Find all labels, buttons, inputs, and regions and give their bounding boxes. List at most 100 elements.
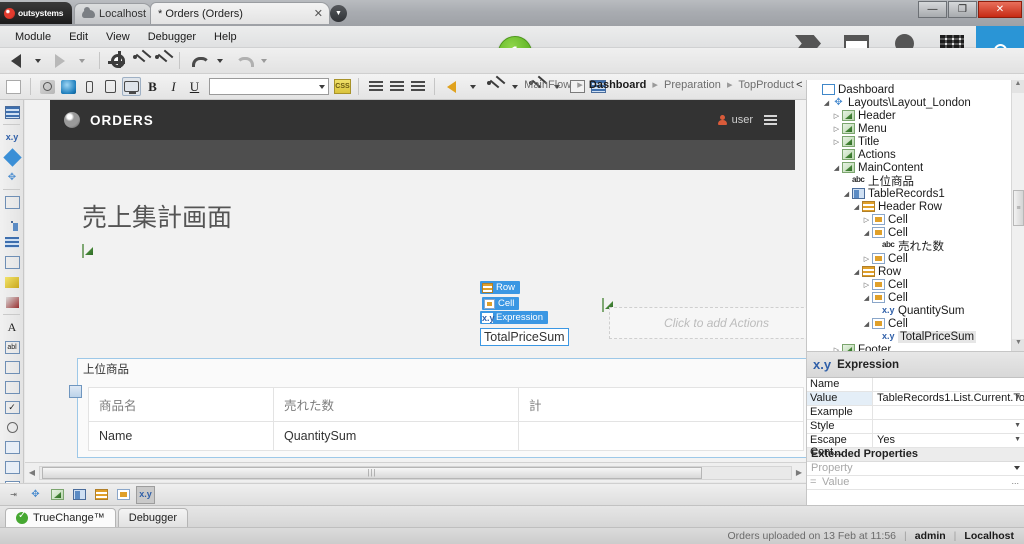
extended-value-row[interactable]: = Value ... [807,476,1024,490]
insert-back-dropdown[interactable] [463,77,482,96]
table-row[interactable]: Name QuantitySum [88,421,804,451]
settings-button[interactable] [107,50,127,70]
chevron-down-icon[interactable]: ▼ [1014,422,1021,429]
toolbox-radio[interactable] [0,417,24,437]
align-center-button[interactable] [387,77,406,96]
filter-webblock-button[interactable]: ✥ [26,486,45,504]
property-row[interactable]: Example [807,406,1024,420]
toolbox-if[interactable] [0,147,24,167]
toolbox-list[interactable] [0,232,24,252]
elements-tree-panel[interactable]: Dashboard ◢ ✥ Layouts\Layout_London ▷ Header ▷… [806,80,1024,352]
badge-expression[interactable]: x.y Expression [480,311,548,324]
collapse-icon[interactable]: ◢ [861,229,872,237]
property-row[interactable]: Style ▼ [807,420,1024,434]
chevron-down-icon[interactable] [319,84,325,89]
open-browser-button[interactable] [59,77,78,96]
bold-button[interactable]: B [143,77,162,96]
tree-node[interactable]: abc 上位商品 [811,174,1024,188]
tree-node[interactable]: abc 売れた数 [811,239,1024,253]
toolbox-checkbox[interactable]: ✓ [0,397,24,417]
menu-item-debugger[interactable]: Debugger [139,29,205,45]
toolbox-label[interactable]: A [0,317,24,337]
tree-node[interactable]: ▷ Title [811,135,1024,148]
tab-orders[interactable]: * Orders (Orders) ✕ [150,2,330,24]
device-desktop-button[interactable] [122,77,141,96]
table-header-cell-name[interactable]: 商品名 [88,387,274,422]
table-header-cell-quantity[interactable]: 売れた数 [273,387,519,422]
tree-node[interactable]: ◢ Header Row [811,200,1024,213]
tree-node[interactable]: ▷ Menu [811,122,1024,135]
toolbox-combobox[interactable] [0,437,24,457]
filter-cell-button[interactable] [114,486,133,504]
redo-button[interactable] [232,51,254,70]
toolbox-slider[interactable] [0,357,24,377]
expand-icon[interactable]: ▷ [861,281,872,289]
canvas-hscrollbar[interactable]: ◀ ||| ▶ [25,462,806,482]
tree-node[interactable]: x.y QuantitySum [811,304,1024,317]
tab-truechange[interactable]: TrueChange™ [5,508,116,527]
filter-row-button[interactable] [92,486,111,504]
canvas-color-button[interactable] [4,77,23,96]
device-tablet-button[interactable] [101,77,120,96]
toolbox-expression[interactable]: x.y [0,127,24,147]
chevron-down-icon[interactable]: ▼ [1014,436,1021,443]
collapse-icon[interactable]: ◢ [841,190,852,198]
table-header-cell-total[interactable]: 計 [518,387,804,422]
chevron-down-icon[interactable] [1014,466,1020,470]
chevron-down-icon[interactable]: ▼ [1014,394,1021,401]
collapse-icon[interactable]: ◢ [851,203,862,211]
hamburger-icon[interactable] [764,114,777,126]
tree-node[interactable]: ▷ Footer [811,343,1024,351]
tree-node[interactable]: ◢ Cell [811,317,1024,330]
insert-back-button[interactable] [442,77,461,96]
expand-icon[interactable]: ▷ [831,138,842,146]
tab-debugger[interactable]: Debugger [117,508,189,527]
menu-item-module[interactable]: Module [6,29,60,45]
toolbox-container[interactable] [0,212,24,232]
collapse-icon[interactable]: ◢ [831,164,842,172]
table-records-block[interactable]: 上位商品 商品名 売れた数 計 Name QuantitySum [69,358,806,458]
filter-expression-button[interactable]: x.y [136,485,155,504]
badge-row[interactable]: Row [480,281,521,294]
maximize-button[interactable]: ❐ [948,1,977,18]
toolbox-edit-record[interactable] [0,252,24,272]
toolbox-table-records[interactable] [0,102,24,122]
toolbox-webblock[interactable]: ✥ [0,167,24,187]
property-value[interactable] [873,406,1024,419]
screen-canvas[interactable]: ORDERS user 売上集計画面 Click to add Actions … [25,100,806,462]
collapse-icon[interactable]: ◢ [861,320,872,328]
underline-button[interactable]: U [185,77,204,96]
extended-property-row[interactable]: Property [807,462,1024,476]
table-handle-icon[interactable] [69,385,82,398]
window-close-button[interactable]: ✕ [978,1,1022,18]
property-value[interactable]: ▼ [873,420,1024,433]
tree-node[interactable]: ▷ Cell [811,278,1024,291]
collapse-icon[interactable]: ◢ [861,294,872,302]
ellipsis-button[interactable]: ... [1011,476,1019,489]
filter-table-button[interactable] [70,486,89,504]
tab-localhost[interactable]: Localhost [74,3,152,24]
breadcrumb-topproduct[interactable]: TopProduct [738,79,794,91]
insert-widget-button[interactable] [484,77,503,96]
preview-search-button[interactable] [38,77,57,96]
actions-placeholder[interactable]: Click to add Actions [609,307,806,339]
property-row[interactable]: Escape Cont...Yes▼ [807,434,1024,458]
tree-node[interactable]: Actions [811,148,1024,161]
style-class-input[interactable] [209,78,329,95]
tree-node[interactable]: ◢ Row [811,265,1024,278]
expand-icon[interactable]: ▷ [831,125,842,133]
toolbox-form[interactable] [0,192,24,212]
tree-node[interactable]: ◢ MainContent [811,161,1024,174]
scroll-right-icon[interactable]: ▶ [792,468,806,477]
tree-node[interactable]: ◢ Cell [811,291,1024,304]
close-icon[interactable]: ✕ [314,7,323,20]
toolbox-input[interactable]: abl [0,337,24,357]
property-value[interactable]: Yes ▼ [873,434,1024,447]
table-cell-name[interactable]: Name [88,421,274,451]
italic-button[interactable]: I [164,77,183,96]
scroll-up-icon[interactable]: ▲ [1012,80,1024,93]
tab-dropdown-button[interactable]: ▼ [330,5,347,22]
badge-cell[interactable]: Cell [482,297,520,310]
breadcrumb-dashboard[interactable]: Dashboard [589,79,646,91]
tree-node[interactable]: ▷ Cell [811,252,1024,265]
